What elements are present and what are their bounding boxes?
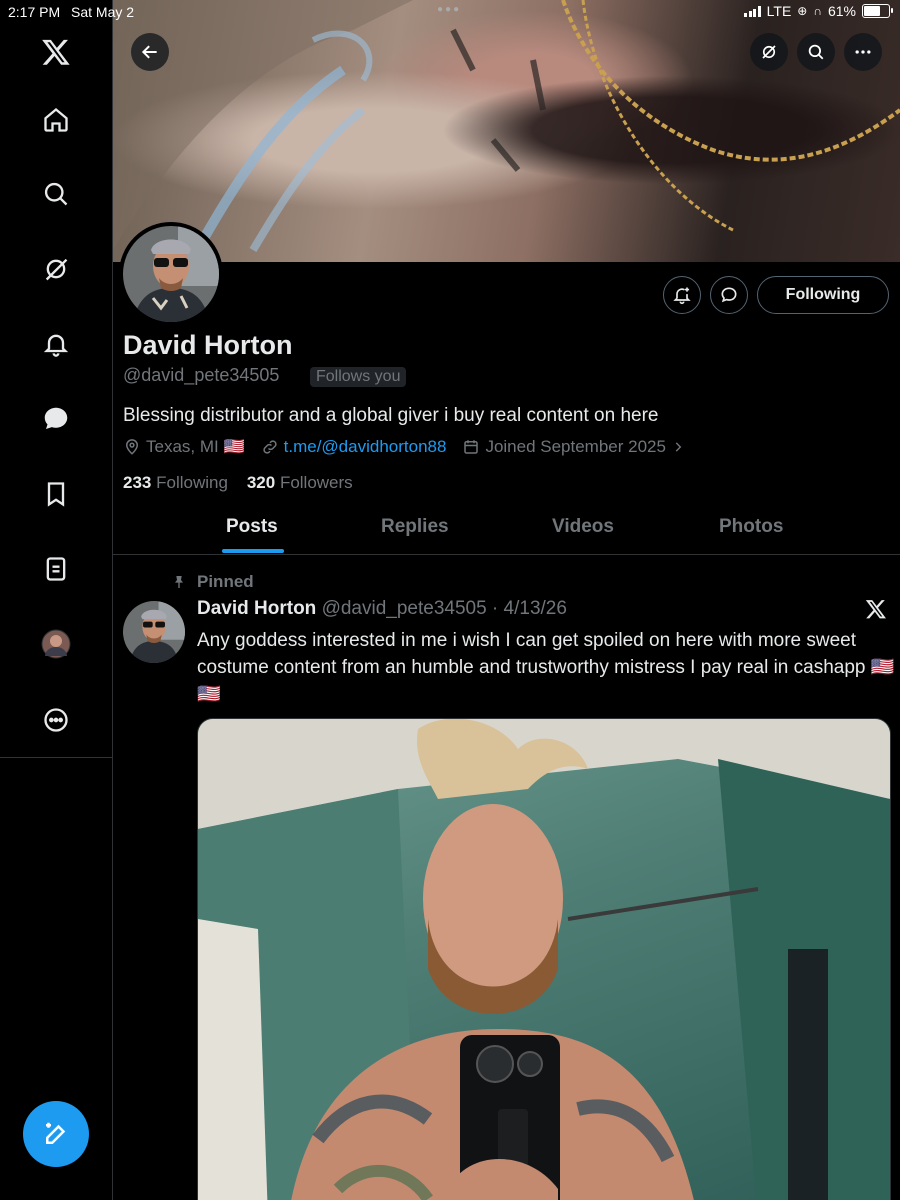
location-pin-icon: [123, 438, 141, 456]
following-count: 233: [123, 473, 152, 492]
tab-posts[interactable]: Posts: [226, 516, 278, 538]
more-icon[interactable]: [36, 700, 76, 740]
following-button[interactable]: Following: [757, 276, 889, 314]
post-author-avatar[interactable]: [123, 601, 185, 663]
profile-meta: Texas, MI 🇺🇸 t.me/@davidhorton88 Joined …: [123, 437, 701, 457]
status-time: 2:17 PM: [8, 4, 61, 20]
profile-main: Following David Horton @david_pete34505 …: [113, 0, 900, 1200]
pin-icon: [171, 574, 187, 590]
chevron-right-icon: [671, 440, 685, 454]
following-count-link[interactable]: 233 Following: [123, 473, 228, 492]
post-avatar-image: [123, 601, 185, 663]
profile-tabs: Posts Replies Videos Photos: [113, 500, 900, 555]
post-photo-image: [198, 719, 890, 1200]
notifications-subscribe-button[interactable]: [663, 276, 701, 314]
headphones-icon: ∩: [813, 4, 822, 18]
compose-button[interactable]: [23, 1101, 89, 1167]
post-handle-date[interactable]: @david_pete34505 · 4/13/26: [322, 598, 567, 619]
follows-you-badge: Follows you: [310, 367, 407, 387]
grok-icon: [760, 43, 778, 61]
grok-icon[interactable]: [36, 249, 76, 289]
follow-counts: 233 Following 320 Followers: [123, 473, 353, 493]
post-photo[interactable]: [197, 718, 891, 1200]
profile-bio: Blessing distributor and a global giver …: [123, 405, 659, 426]
location-text: Texas, MI 🇺🇸: [146, 437, 245, 456]
x-logo-icon[interactable]: [865, 598, 887, 620]
bell-plus-icon: [672, 285, 692, 305]
sidebar-nav: [0, 0, 113, 1200]
chat-bubble-icon: [719, 285, 739, 305]
joined-text: Joined September 2025: [485, 437, 666, 456]
profile-name: David Horton: [123, 330, 293, 360]
search-button[interactable]: [797, 33, 835, 71]
status-date: Sat May 2: [71, 4, 135, 20]
tab-replies[interactable]: Replies: [381, 516, 449, 538]
lists-icon[interactable]: [36, 549, 76, 589]
bookmarks-icon[interactable]: [36, 474, 76, 514]
back-arrow-icon: [140, 42, 160, 62]
notifications-icon[interactable]: [36, 324, 76, 364]
more-horizontal-icon: [853, 42, 873, 62]
message-button[interactable]: [710, 276, 748, 314]
followers-count: 320: [246, 473, 276, 492]
calendar-icon: [462, 438, 480, 456]
messages-icon[interactable]: [36, 399, 76, 439]
x-logo-icon[interactable]: [36, 32, 76, 72]
multitasking-dots-icon[interactable]: ●●●: [437, 4, 461, 15]
post-header: David Horton @david_pete34505 · 4/13/26: [197, 598, 567, 620]
more-options-button[interactable]: [844, 33, 882, 71]
home-icon[interactable]: [36, 100, 76, 140]
link-icon: [261, 438, 279, 456]
battery-icon: [862, 4, 893, 18]
pinned-label: Pinned: [197, 572, 254, 591]
grok-button[interactable]: [750, 33, 788, 71]
tab-videos[interactable]: Videos: [552, 516, 614, 538]
search-icon[interactable]: [36, 174, 76, 214]
website-link[interactable]: t.me/@davidhorton88: [284, 437, 447, 457]
website-item[interactable]: t.me/@davidhorton88: [261, 437, 447, 457]
profile-handle: @david_pete34505: [123, 365, 280, 385]
followers-count-link[interactable]: 320 Followers: [247, 473, 353, 492]
status-bar: 2:17 PM Sat May 2 ●●● LTE ⊕ ∩ 61%: [0, 0, 900, 24]
rail-divider: [0, 757, 112, 758]
location-status-icon: ⊕: [797, 4, 808, 18]
battery-percent: 61%: [827, 3, 856, 19]
location-item: Texas, MI 🇺🇸: [123, 437, 245, 457]
active-tab-indicator: [222, 549, 284, 553]
profile-avatar[interactable]: [119, 222, 223, 326]
post-text: Any goddess interested in me i wish I ca…: [197, 630, 895, 705]
network-label: LTE: [766, 3, 792, 19]
post-author-name[interactable]: David Horton: [197, 598, 316, 619]
search-icon: [807, 43, 825, 61]
compose-icon: [41, 1119, 71, 1149]
status-indicators: LTE ⊕ ∩ 61%: [744, 3, 893, 19]
followers-label: Followers: [279, 473, 353, 492]
avatar-image: [123, 226, 219, 322]
following-label: Following: [156, 473, 228, 492]
pinned-indicator: Pinned: [171, 572, 254, 592]
tab-photos[interactable]: Photos: [719, 516, 783, 538]
back-button[interactable]: [131, 33, 169, 71]
signal-icon: [744, 5, 761, 17]
profile-avatar[interactable]: [36, 624, 76, 664]
joined-item[interactable]: Joined September 2025: [462, 437, 685, 457]
